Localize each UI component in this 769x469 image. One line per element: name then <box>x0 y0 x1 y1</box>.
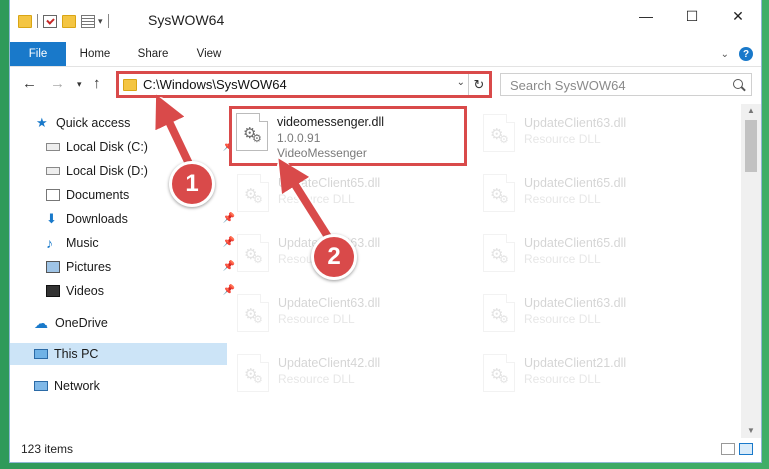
step-badge-1: 1 <box>169 161 215 207</box>
arrow-2 <box>278 158 334 243</box>
step-badge-2: 2 <box>311 234 357 280</box>
annotation-arrows <box>154 94 336 246</box>
